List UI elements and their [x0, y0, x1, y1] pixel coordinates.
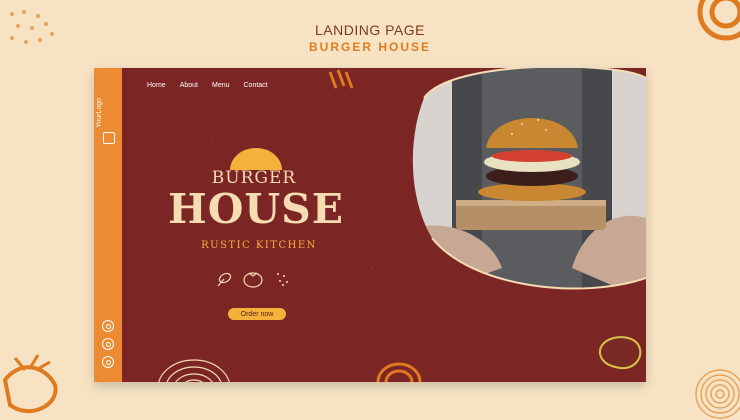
brush-stroke-decoration — [328, 69, 354, 89]
orange-arc-decoration — [376, 362, 422, 382]
tomato-decoration-left — [2, 354, 58, 413]
logo-text[interactable]: YourLogo — [96, 98, 120, 128]
tomato-icon — [243, 272, 263, 288]
order-now-button[interactable]: Order now — [228, 308, 286, 320]
leaf-icon — [217, 272, 232, 287]
twitter-icon[interactable] — [102, 356, 114, 368]
spiral-decoration-bottomright — [695, 369, 740, 419]
lettuce-decoration — [598, 336, 642, 370]
hero-title-large: HOUSE — [167, 185, 345, 233]
instagram-icon[interactable] — [102, 320, 114, 332]
page-heading: LANDING PAGE — [315, 22, 425, 38]
hero-subtitle: RUSTIC KITCHEN — [201, 240, 317, 251]
nav-menu[interactable]: Menu — [212, 82, 230, 89]
main-nav: Home About Menu Contact — [147, 82, 282, 89]
page-subheading: BURGER HOUSE — [308, 40, 431, 54]
nav-contact[interactable]: Contact — [244, 82, 268, 89]
logo-icon — [103, 132, 115, 144]
sparkle-icon — [277, 273, 288, 286]
landing-card: YourLogo Home About Menu Contact BURGER … — [94, 68, 646, 382]
burger-photo — [412, 68, 646, 290]
facebook-icon[interactable] — [102, 338, 114, 350]
nav-home[interactable]: Home — [147, 82, 166, 89]
sun-icon — [230, 148, 282, 170]
wood-ring-decoration — [158, 359, 230, 382]
nav-about[interactable]: About — [180, 82, 198, 89]
sidebar: YourLogo — [94, 68, 122, 382]
